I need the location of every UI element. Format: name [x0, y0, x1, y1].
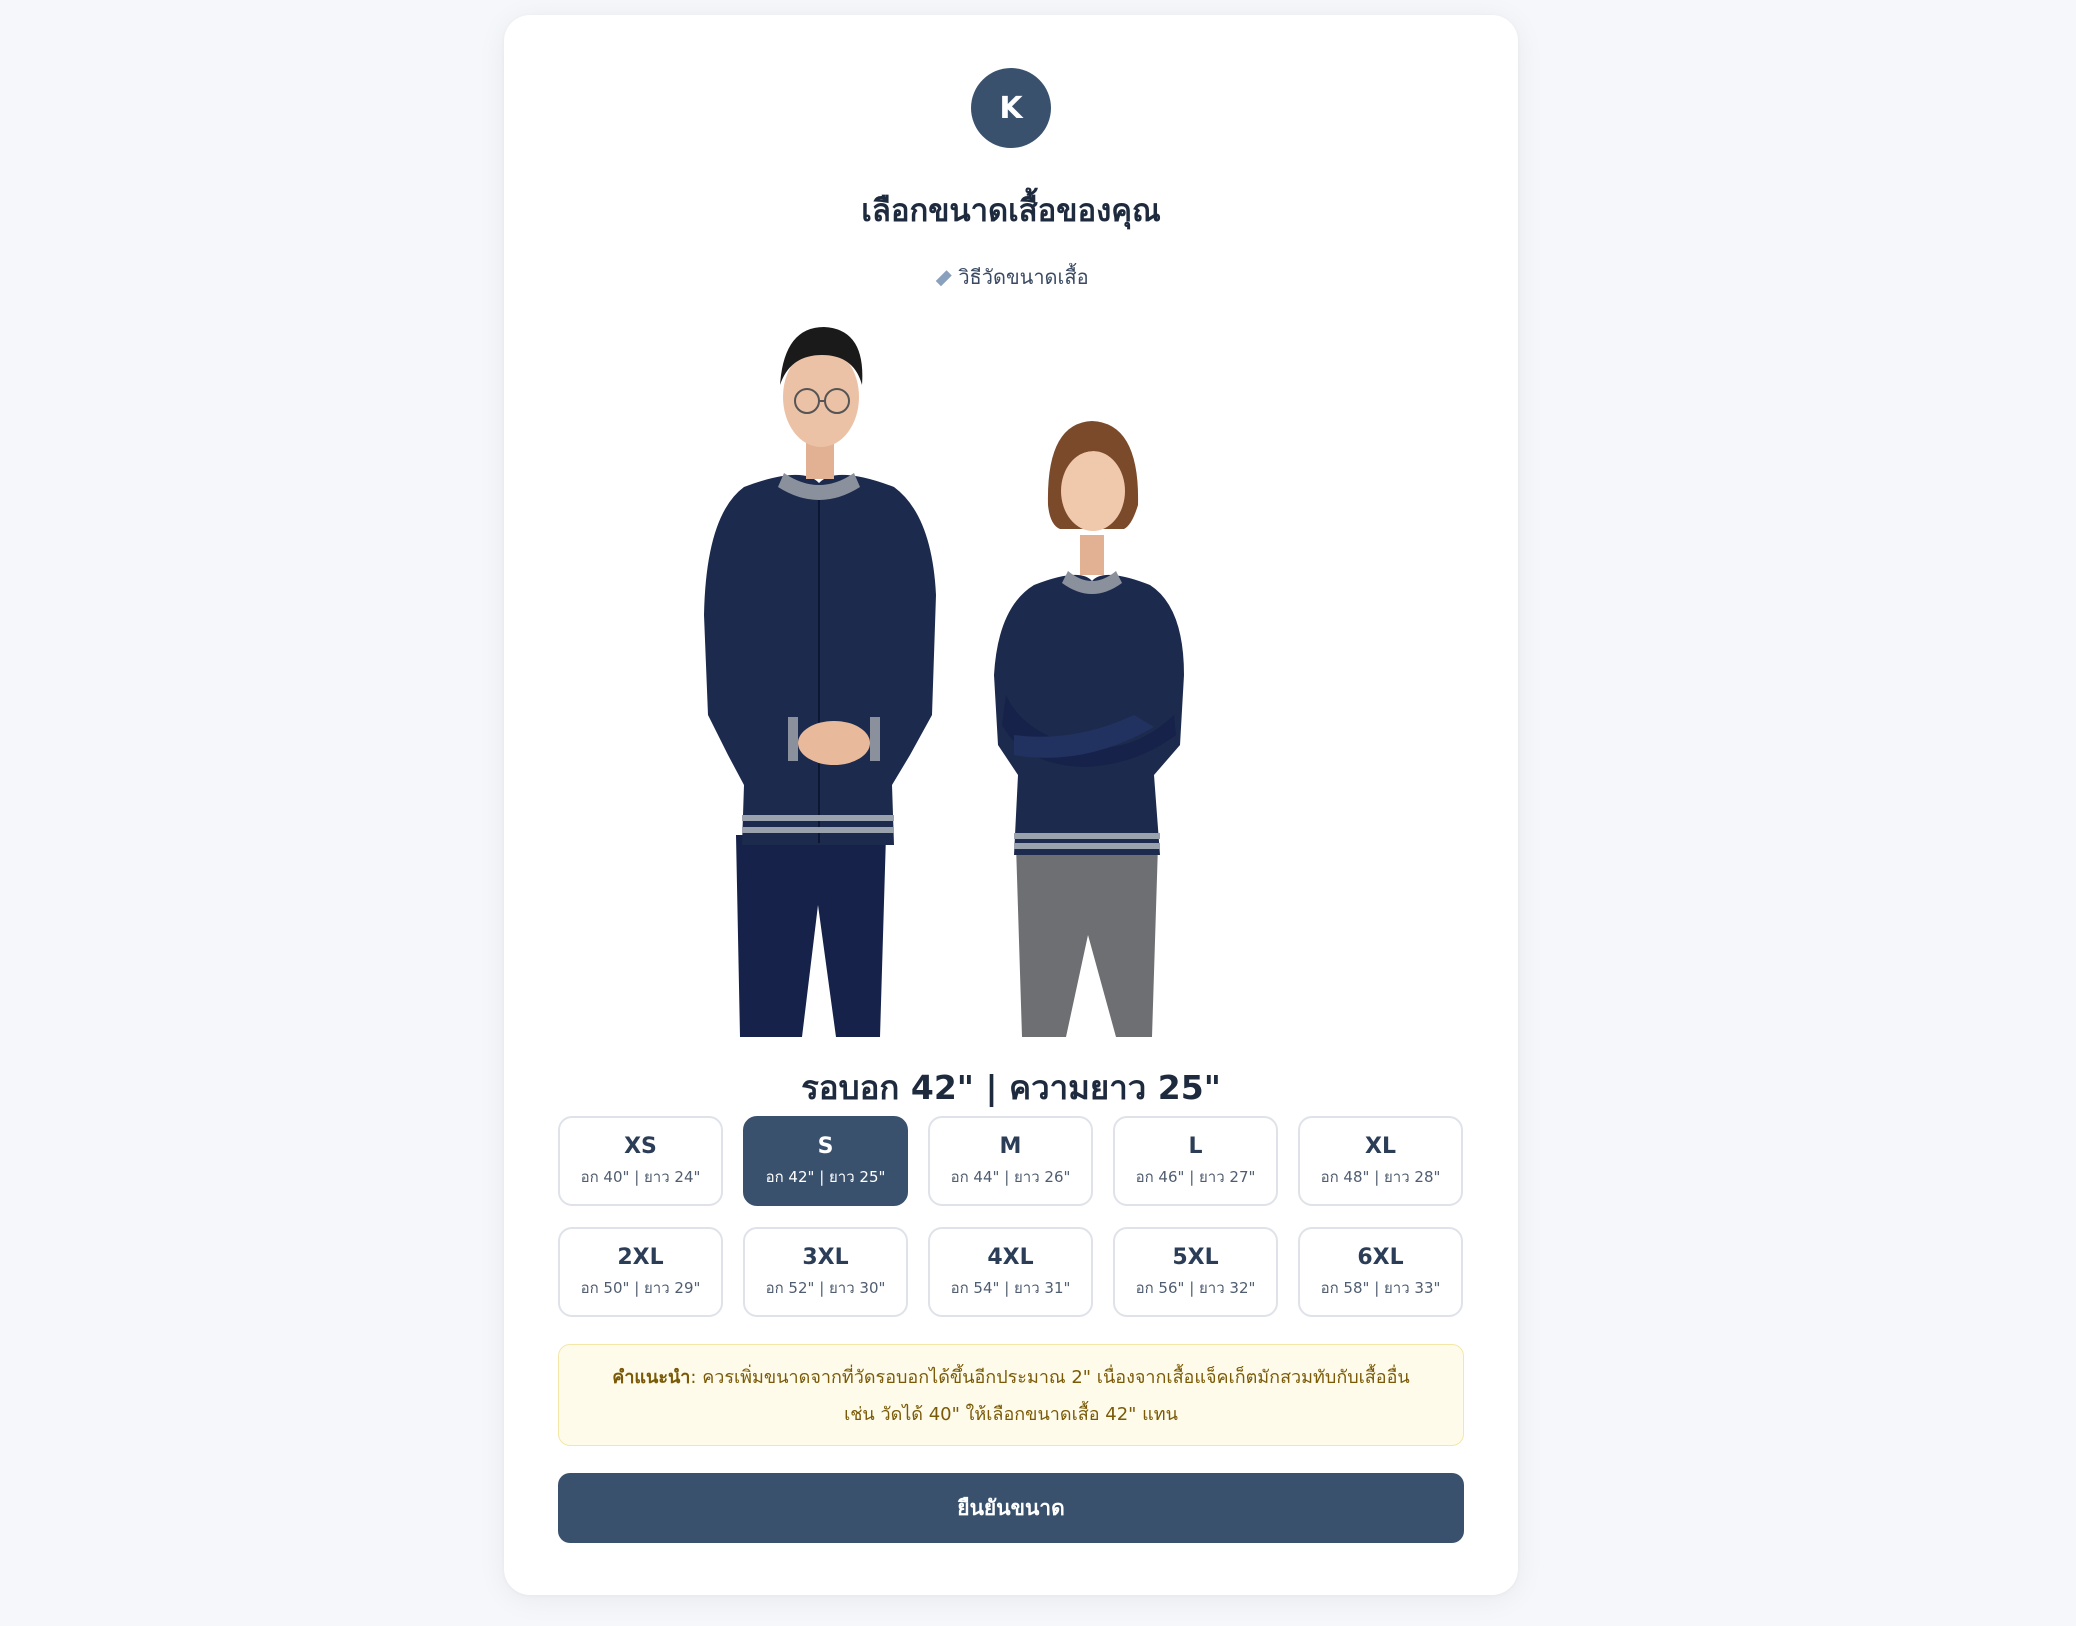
size-dimensions: อก 56" | ยาว 32"	[1135, 1278, 1256, 1297]
size-label: XL	[1365, 1133, 1396, 1159]
size-dimensions: อก 40" | ยาว 24"	[580, 1167, 701, 1186]
size-dimensions: อก 46" | ยาว 27"	[1135, 1167, 1256, 1186]
size-label: 2XL	[617, 1244, 664, 1270]
size-label: S	[817, 1133, 834, 1159]
size-label: 4XL	[987, 1244, 1034, 1270]
size-option-4xl[interactable]: 4XL อก 54" | ยาว 31"	[928, 1227, 1093, 1317]
female-model	[994, 421, 1184, 1037]
size-dimensions: อก 58" | ยาว 33"	[1320, 1278, 1441, 1297]
size-option-m[interactable]: M อก 44" | ยาว 26"	[928, 1116, 1093, 1206]
tip-label: คำแนะนำ	[612, 1367, 691, 1388]
male-model	[704, 327, 936, 1037]
size-label: XS	[624, 1133, 657, 1159]
size-option-6xl[interactable]: 6XL อก 58" | ยาว 33"	[1298, 1227, 1463, 1317]
size-dimensions: อก 44" | ยาว 26"	[950, 1167, 1071, 1186]
size-dimensions: อก 52" | ยาว 30"	[765, 1278, 886, 1297]
size-option-s[interactable]: S อก 42" | ยาว 25"	[743, 1116, 908, 1206]
measure-guide-link[interactable]: ▬ วิธีวัดขนาดเสื้อ	[504, 261, 1518, 293]
tip-line-2: เช่น วัดได้ 40" ให้เลือกขนาดเสื้อ 42" แท…	[844, 1404, 1178, 1425]
size-label: 5XL	[1172, 1244, 1219, 1270]
size-options-grid: XS อก 40" | ยาว 24" S อก 42" | ยาว 25" M อก…	[558, 1116, 1464, 1317]
size-dimensions: อก 50" | ยาว 29"	[580, 1278, 701, 1297]
tip-line-1: คำแนะนำ: ควรเพิ่มขนาดจากที่วัดรอบอกได้ขึ…	[612, 1362, 1409, 1391]
size-option-5xl[interactable]: 5XL อก 56" | ยาว 32"	[1113, 1227, 1278, 1317]
sizing-tip: คำแนะนำ: ควรเพิ่มขนาดจากที่วัดรอบอกได้ขึ…	[558, 1344, 1464, 1446]
size-dimensions: อก 54" | ยาว 31"	[950, 1278, 1071, 1297]
confirm-size-button[interactable]: ยืนยันขนาด	[558, 1473, 1464, 1543]
size-label: 6XL	[1357, 1244, 1404, 1270]
size-option-xs[interactable]: XS อก 40" | ยาว 24"	[558, 1116, 723, 1206]
ruler-icon: ▬	[927, 261, 959, 293]
model-photo	[704, 327, 1184, 1037]
size-label: M	[999, 1133, 1022, 1159]
size-option-xl[interactable]: XL อก 48" | ยาว 28"	[1298, 1116, 1463, 1206]
size-selector-card: K เลือกขนาดเสื้อของคุณ ▬ วิธีวัดขนาดเสื้…	[504, 15, 1518, 1595]
size-dimensions: อก 42" | ยาว 25"	[765, 1167, 886, 1186]
size-label: 3XL	[802, 1244, 849, 1270]
size-option-l[interactable]: L อก 46" | ยาว 27"	[1113, 1116, 1278, 1206]
size-option-2xl[interactable]: 2XL อก 50" | ยาว 29"	[558, 1227, 723, 1317]
size-dimensions: อก 48" | ยาว 28"	[1320, 1167, 1441, 1186]
avatar: K	[971, 68, 1051, 148]
measure-guide-label: วิธีวัดขนาดเสื้อ	[958, 265, 1089, 289]
size-option-3xl[interactable]: 3XL อก 52" | ยาว 30"	[743, 1227, 908, 1317]
tip-text-1: : ควรเพิ่มขนาดจากที่วัดรอบอกได้ขึ้นอีกปร…	[690, 1367, 1410, 1388]
selected-size-display: รอบอก 42" | ความยาว 25"	[801, 1068, 1221, 1107]
page-title: เลือกขนาดเสื้อของคุณ	[861, 193, 1161, 229]
size-label: L	[1188, 1133, 1203, 1159]
